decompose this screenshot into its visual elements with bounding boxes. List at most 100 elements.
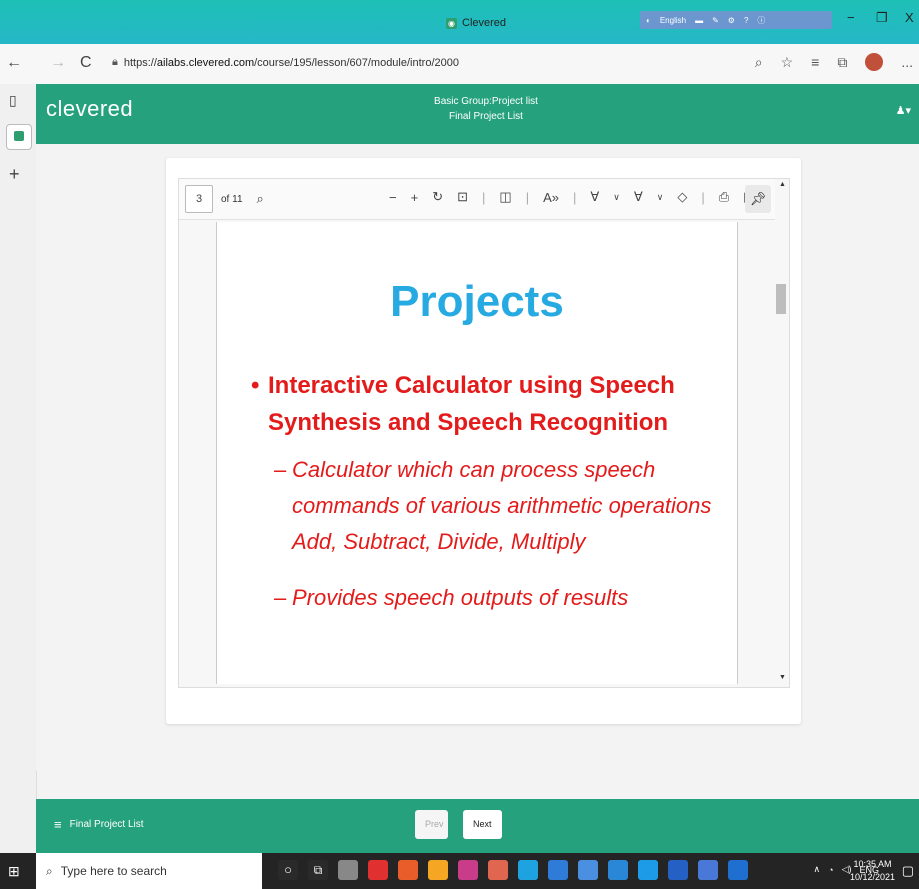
- windows-start-icon[interactable]: ⊞: [8, 863, 20, 880]
- hamburger-menu-icon[interactable]: ≡: [54, 817, 62, 832]
- settings-icon[interactable]: ⚙: [728, 16, 735, 25]
- app-icon[interactable]: [398, 860, 418, 880]
- app-icon[interactable]: [428, 860, 448, 880]
- reload-button[interactable]: C: [80, 54, 92, 72]
- lesson-footer: ≡ Final Project List Prev Next: [36, 799, 919, 853]
- language-toolbar[interactable]: ◐ English ▬ ✎ ⚙ ? ⓘ: [640, 11, 832, 29]
- language-label[interactable]: English: [660, 16, 686, 25]
- restore-button[interactable]: ❐: [876, 10, 888, 26]
- user-menu-icon[interactable]: ♟▾: [896, 104, 911, 117]
- taskbar-search[interactable]: ⌕ Type here to search: [36, 853, 262, 889]
- favorite-star-icon[interactable]: ☆: [781, 54, 794, 71]
- toolbar-divider: |: [525, 189, 530, 205]
- course-group-title: Basic Group:Project list: [434, 96, 538, 107]
- minimize-button[interactable]: −: [847, 10, 855, 25]
- window-title-text: Clevered: [462, 17, 507, 29]
- toolbar-divider: |: [572, 189, 577, 205]
- pdf-page: Projects • Interactive Calculator using …: [216, 222, 738, 684]
- scroll-up-icon[interactable]: ▲: [779, 181, 786, 188]
- lesson-menu[interactable]: ≡ Final Project List: [54, 817, 144, 832]
- app-icon[interactable]: [638, 860, 658, 880]
- highlight-options-chevron-icon[interactable]: ∨: [657, 192, 664, 203]
- prev-button[interactable]: Prev: [415, 810, 448, 839]
- page-number-input[interactable]: 3: [185, 185, 213, 213]
- edge-icon[interactable]: [518, 860, 538, 880]
- info-icon[interactable]: ⓘ: [757, 15, 765, 26]
- clevered-tab[interactable]: [6, 124, 32, 150]
- app-icon[interactable]: [458, 860, 478, 880]
- pin-toolbar-icon[interactable]: 📌︎: [745, 185, 771, 213]
- screen: ◉ Clevered ◐ English ▬ ✎ ⚙ ? ⓘ − ❐ X ← →…: [0, 0, 919, 889]
- app-icon[interactable]: [368, 860, 388, 880]
- app-icon[interactable]: [668, 860, 688, 880]
- content-card: 3 of 11 ⌕ − + ↻ ⊡ | ◫ | A» | ∀ ∨ ∀ ∨ ◇ |…: [166, 158, 801, 724]
- pdf-toolbar: 3 of 11 ⌕ − + ↻ ⊡ | ◫ | A» | ∀ ∨ ∀ ∨ ◇ |…: [179, 179, 775, 220]
- clock-date: 10/12/2021: [849, 872, 895, 882]
- app-icon[interactable]: [578, 860, 598, 880]
- collections-icon[interactable]: ⧉: [837, 54, 847, 71]
- draw-options-chevron-icon[interactable]: ∨: [613, 192, 620, 203]
- page-view-icon[interactable]: ◫: [499, 189, 511, 205]
- highlight-icon[interactable]: ∀: [634, 189, 643, 205]
- hp-icon[interactable]: [728, 860, 748, 880]
- bullet-dot: •: [251, 372, 260, 399]
- rotate-icon[interactable]: ↻: [432, 189, 443, 205]
- next-button[interactable]: Next: [463, 810, 502, 839]
- profile-avatar[interactable]: [865, 53, 884, 71]
- app-icon[interactable]: [698, 860, 718, 880]
- scroll-down-icon[interactable]: ▼: [779, 674, 786, 681]
- mic-icon[interactable]: ◐: [646, 16, 651, 25]
- fit-page-icon[interactable]: ⊡: [457, 189, 468, 205]
- erase-icon[interactable]: ◇: [677, 189, 687, 205]
- new-tab-button[interactable]: +: [9, 164, 20, 185]
- notification-icon[interactable]: ▢: [902, 863, 914, 879]
- url-prefix: https://: [123, 56, 157, 69]
- zoom-in-icon[interactable]: +: [411, 190, 419, 205]
- search-icon[interactable]: ⌕: [257, 191, 264, 207]
- taskbar-search-placeholder: Type here to search: [60, 864, 167, 878]
- bullet-dash: –: [274, 457, 287, 482]
- browser-toolbar: ⌕ ☆ ≡ ⧉ ...: [755, 53, 913, 71]
- forward-button[interactable]: →: [50, 54, 66, 72]
- lesson-menu-label[interactable]: Final Project List: [70, 819, 144, 830]
- lock-icon[interactable]: 🔒︎: [112, 56, 118, 69]
- vertical-tabs-sidebar: ▯ +: [0, 84, 37, 853]
- main-bullet-text: Interactive Calculator using Speech Synt…: [268, 372, 675, 436]
- wifi-icon[interactable]: ◔: [828, 865, 833, 875]
- url-path: /course/195/lesson/607/module/intro/2000: [254, 56, 459, 69]
- slide-title: Projects: [390, 277, 564, 326]
- title-bar: ◉ Clevered ◐ English ▬ ✎ ⚙ ? ⓘ − ❐ X: [0, 0, 919, 44]
- read-aloud-icon[interactable]: A»: [543, 190, 559, 205]
- app-icon[interactable]: [608, 860, 628, 880]
- task-view-icon[interactable]: ⧉: [308, 860, 328, 880]
- clevered-favicon-icon: ◉: [446, 17, 457, 29]
- taskbar-apps: ○ ⧉: [278, 860, 748, 880]
- zoom-icon[interactable]: ⌕: [755, 54, 763, 71]
- print-icon[interactable]: ⎙: [719, 189, 729, 205]
- url-field[interactable]: 🔒︎ https://ailabs.clevered.com/course/19…: [112, 56, 459, 69]
- toolbar-divider: |: [482, 189, 486, 205]
- window-title: ◉ Clevered: [446, 17, 506, 29]
- more-menu-button[interactable]: ...: [901, 54, 913, 70]
- pen-icon[interactable]: ✎: [712, 16, 719, 25]
- clock-time: 10:35 AM: [853, 859, 892, 869]
- clock[interactable]: 10:35 AM 10/12/2021: [850, 858, 895, 884]
- module-title: Final Project List: [449, 111, 523, 122]
- keyboard-icon[interactable]: ▬: [695, 16, 703, 25]
- cortana-icon[interactable]: ○: [278, 860, 298, 880]
- close-button[interactable]: X: [905, 10, 914, 25]
- app-icon[interactable]: [548, 860, 568, 880]
- pdf-scrollbar[interactable]: [775, 179, 789, 687]
- clevered-logo[interactable]: clevered: [46, 96, 133, 122]
- help-icon[interactable]: ?: [744, 16, 748, 25]
- chevron-up-icon[interactable]: ∧: [814, 864, 821, 875]
- back-button[interactable]: ←: [6, 54, 22, 72]
- app-icon[interactable]: [488, 860, 508, 880]
- tab-actions-icon[interactable]: ▯: [9, 92, 17, 109]
- app-icon[interactable]: [338, 860, 358, 880]
- pdf-scrollbar-thumb[interactable]: [776, 284, 786, 314]
- address-bar: ← → C 🔒︎ https://ailabs.clevered.com/cou…: [0, 44, 919, 85]
- zoom-out-icon[interactable]: −: [389, 190, 397, 205]
- draw-icon[interactable]: ∀: [590, 189, 599, 205]
- favorites-list-icon[interactable]: ≡: [811, 54, 819, 70]
